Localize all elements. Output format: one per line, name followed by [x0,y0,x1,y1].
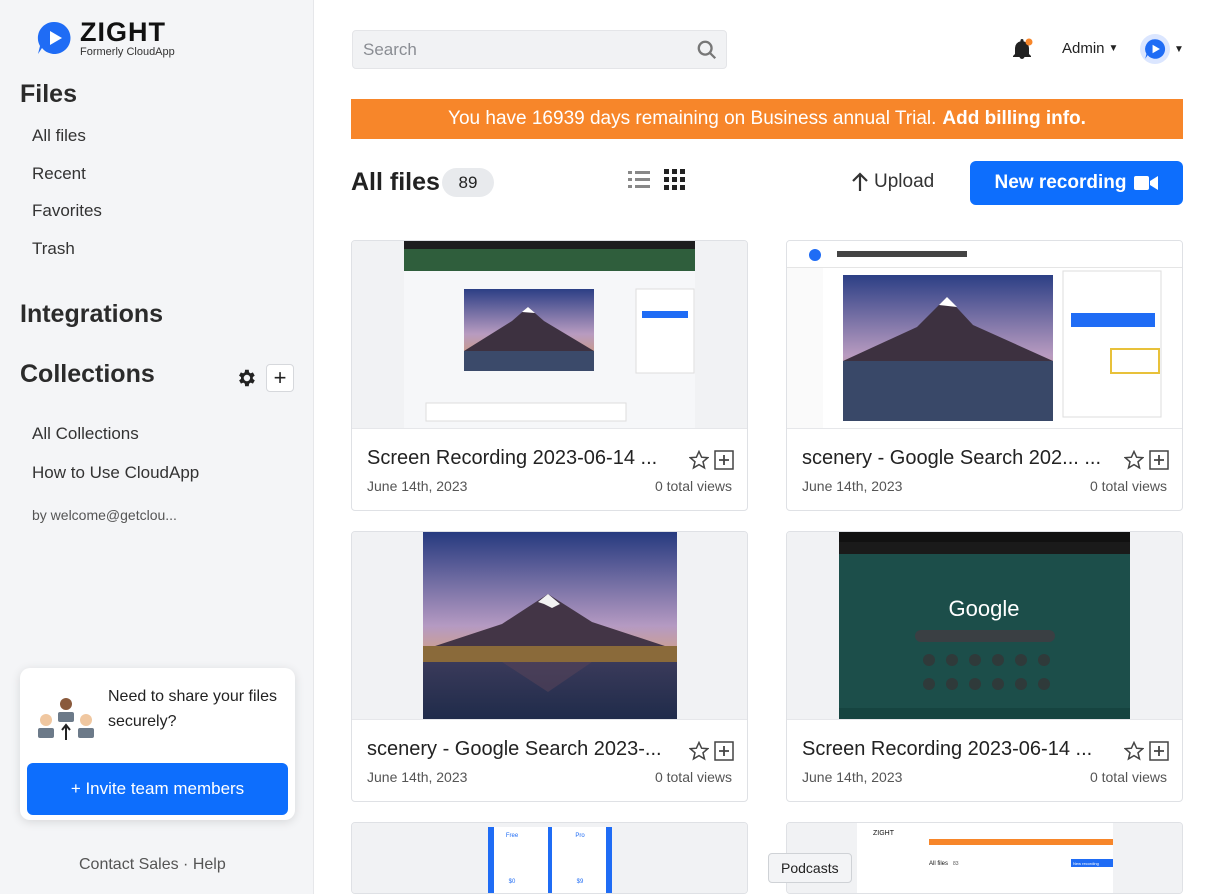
file-title[interactable]: scenery - Google Search 2023-... [367,738,682,761]
file-title[interactable]: Screen Recording 2023-06-14 ... [367,447,682,470]
file-thumbnail[interactable] [787,241,1182,429]
add-collection-button[interactable]: + [266,364,294,392]
brand-logo[interactable]: ZIGHT Formerly CloudApp [36,18,175,58]
chevron-down-icon: ▼ [1174,43,1184,55]
brand-name: ZIGHT [80,17,166,47]
files-heading: Files [20,80,77,108]
collections-tools: + [232,364,294,392]
list-view-icon[interactable] [628,169,650,191]
team-share-icon [38,698,94,740]
plan-b-label: Pro [575,833,585,839]
invite-team-button[interactable]: + Invite team members [27,763,288,815]
collection-item-owner: by welcome@getclou... [32,507,177,523]
zight-avatar-icon [1145,39,1166,59]
file-thumbnail[interactable]: Google [787,532,1182,720]
video-camera-icon [1134,176,1159,190]
add-to-collection-icon[interactable] [714,741,734,761]
file-title[interactable]: Screen Recording 2023-06-14 ... [802,738,1117,761]
footer-links[interactable]: Contact Sales · Help [79,856,226,874]
trial-banner-text: You have 16939 days remaining on Busines… [448,108,937,129]
sidebar-item-all-collections[interactable]: All Collections [32,424,139,444]
star-icon[interactable] [1124,741,1144,761]
file-thumbnail[interactable] [352,532,747,720]
star-icon[interactable] [689,450,709,470]
file-date: June 14th, 2023 [802,769,903,785]
grid-view-icon[interactable] [664,169,686,191]
upload-button[interactable]: Upload [850,171,934,193]
collections-heading: Collections [20,360,155,388]
avatar [1140,34,1170,64]
invite-card: Need to share your files securely? + Inv… [20,668,295,820]
file-card[interactable]: Free Pro $0 $9 [351,822,748,894]
file-views: 0 total views [654,478,732,494]
sidebar-item-trash[interactable]: Trash [32,239,75,259]
page-title: All files [351,168,440,196]
trial-banner: You have 16939 days remaining on Busines… [351,99,1183,139]
screen-recording-thumbnail [404,241,695,428]
file-views: 0 total views [1089,478,1167,494]
chevron-down-icon: ▼ [1108,43,1119,54]
mini-brand: ZIGHT [873,830,895,837]
google-wordmark: Google [949,596,1020,621]
plan-a-label: Free [506,833,519,839]
arrow-up-icon [852,172,868,191]
plan-b-price: $9 [577,879,584,885]
user-menu[interactable]: Admin ▼ [1062,40,1118,57]
sidebar-item-favorites[interactable]: Favorites [32,201,102,221]
star-icon[interactable] [1124,450,1144,470]
invite-message: Need to share your files securely? [108,688,277,730]
file-card[interactable]: Screen Recording 2023-06-14 ... June 14t… [351,240,748,511]
file-title[interactable]: scenery - Google Search 202... ... [802,447,1117,470]
sidebar-item-recent[interactable]: Recent [32,164,86,184]
file-thumbnail[interactable] [352,241,747,429]
mini-new-recording: New recording [1073,861,1099,866]
pricing-thumbnail: Free Pro $0 $9 [488,827,612,893]
file-views: 0 total views [1089,769,1167,785]
notification-bell-icon[interactable] [1010,37,1034,61]
sidebar: ZIGHT Formerly CloudApp Files All files … [0,0,314,894]
file-card[interactable]: scenery - Google Search 2023-... June 14… [351,531,748,802]
mini-title: All files [929,861,948,867]
file-views: 0 total views [654,769,732,785]
mountain-lake-thumbnail [423,532,677,719]
gear-icon [239,369,255,387]
plan-a-price: $0 [509,879,516,885]
search-icon[interactable] [696,39,718,61]
new-recording-label: New recording [994,172,1127,193]
file-thumbnail[interactable]: Free Pro $0 $9 [352,823,747,893]
star-icon[interactable] [689,741,709,761]
share-dialog-thumbnail [787,241,1182,428]
collections-settings-button[interactable] [232,364,260,392]
integrations-heading[interactable]: Integrations [20,300,163,329]
sidebar-item-all-files[interactable]: All files [32,126,86,146]
brand-subtitle: Formerly CloudApp [80,46,175,58]
avatar-menu[interactable]: ▼ [1140,34,1184,64]
file-count-badge: 89 [442,168,494,197]
file-card[interactable]: scenery - Google Search 202... ... June … [786,240,1183,511]
add-to-collection-icon[interactable] [714,450,734,470]
add-billing-link[interactable]: Add billing info. [942,108,1086,130]
file-date: June 14th, 2023 [367,769,468,785]
user-menu-label: Admin [1062,40,1105,57]
file-card[interactable]: Google Screen Recording 2023-06-14 ... J… [786,531,1183,802]
add-to-collection-icon[interactable] [1149,450,1169,470]
mini-count: 83 [953,861,959,867]
search-bar [352,30,727,69]
search-input[interactable] [353,31,673,68]
file-date: June 14th, 2023 [802,478,903,494]
google-new-tab-thumbnail: Google [839,532,1130,719]
plus-icon: + [273,365,287,390]
zight-logo-icon [37,21,71,54]
new-recording-button[interactable]: New recording [970,161,1183,205]
tooltip: Podcasts [768,853,852,883]
upload-label: Upload [874,171,935,192]
add-to-collection-icon[interactable] [1149,741,1169,761]
collection-item-title[interactable]: How to Use CloudApp [32,460,232,485]
file-date: June 14th, 2023 [367,478,468,494]
